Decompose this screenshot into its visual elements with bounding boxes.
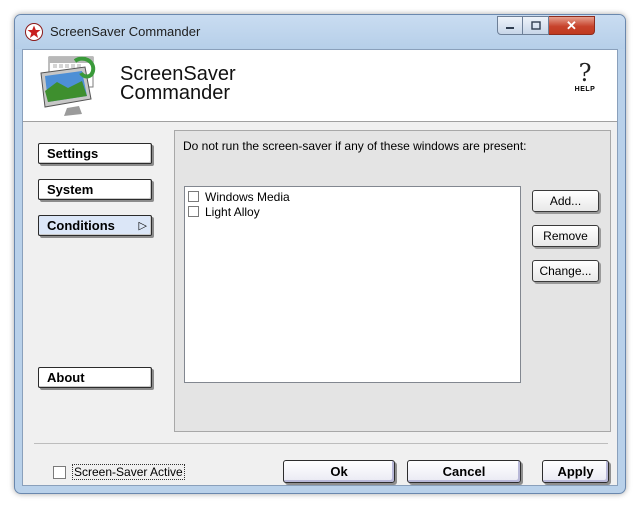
close-icon: ✕ <box>566 18 577 33</box>
screensaver-active-checkbox[interactable] <box>53 465 66 479</box>
conditions-description: Do not run the screen-saver if any of th… <box>183 139 527 153</box>
client-area: ScreenSaver Commander ? HELP Settings Sy… <box>22 49 618 486</box>
close-button[interactable]: ✕ <box>549 16 595 35</box>
remove-button[interactable]: Remove <box>532 225 599 247</box>
monitor-calendar-icon <box>35 55 109 120</box>
help-button[interactable]: ? HELP <box>572 60 598 104</box>
list-item-light-alloy[interactable]: Light Alloy <box>188 204 260 219</box>
ok-button[interactable]: Ok <box>283 460 395 483</box>
nav-settings-button[interactable]: Settings <box>38 143 152 164</box>
title-bar[interactable]: ScreenSaver Commander ✕ <box>15 15 625 49</box>
windows-media-checkbox[interactable] <box>188 191 199 202</box>
window-title: ScreenSaver Commander <box>50 24 201 39</box>
list-item-windows-media[interactable]: Windows Media <box>188 189 290 204</box>
question-mark-icon: ? <box>578 59 592 87</box>
nav-settings-label: Settings <box>47 146 99 161</box>
app-window: ScreenSaver Commander ✕ ScreenSaver Comm… <box>14 14 626 494</box>
nav-conditions-button[interactable]: Conditions ▷ <box>38 215 152 236</box>
nav-conditions-label: Conditions <box>47 218 115 233</box>
list-item-label: Windows Media <box>205 189 290 204</box>
windows-list[interactable]: Windows Media Light Alloy <box>184 186 521 383</box>
triangle-right-icon: ▷ <box>138 220 147 232</box>
footer-divider <box>34 443 608 444</box>
nav-system-button[interactable]: System <box>38 179 152 200</box>
help-label: HELP <box>574 86 596 93</box>
minimize-icon <box>506 26 514 29</box>
product-name-line2: Commander <box>120 82 231 104</box>
red-star-icon[interactable] <box>25 23 43 41</box>
minimize-button[interactable] <box>497 16 523 35</box>
nav-system-label: System <box>47 182 94 197</box>
apply-button[interactable]: Apply <box>542 460 609 483</box>
maximize-icon <box>530 21 541 30</box>
header-banner: ScreenSaver Commander ? HELP <box>23 50 617 122</box>
screensaver-active-toggle[interactable]: Screen-Saver Active <box>53 464 185 480</box>
conditions-panel: Do not run the screen-saver if any of th… <box>174 130 611 432</box>
maximize-button[interactable] <box>523 16 549 35</box>
cancel-button[interactable]: Cancel <box>407 460 521 483</box>
list-item-label: Light Alloy <box>205 204 260 219</box>
product-name: ScreenSaver Commander <box>120 64 236 104</box>
nav-about-button[interactable]: About <box>38 367 152 388</box>
light-alloy-checkbox[interactable] <box>188 206 199 217</box>
change-button[interactable]: Change... <box>532 260 599 282</box>
screensaver-active-label: Screen-Saver Active <box>72 464 185 480</box>
nav-about-label: About <box>47 370 85 385</box>
add-button[interactable]: Add... <box>532 190 599 212</box>
